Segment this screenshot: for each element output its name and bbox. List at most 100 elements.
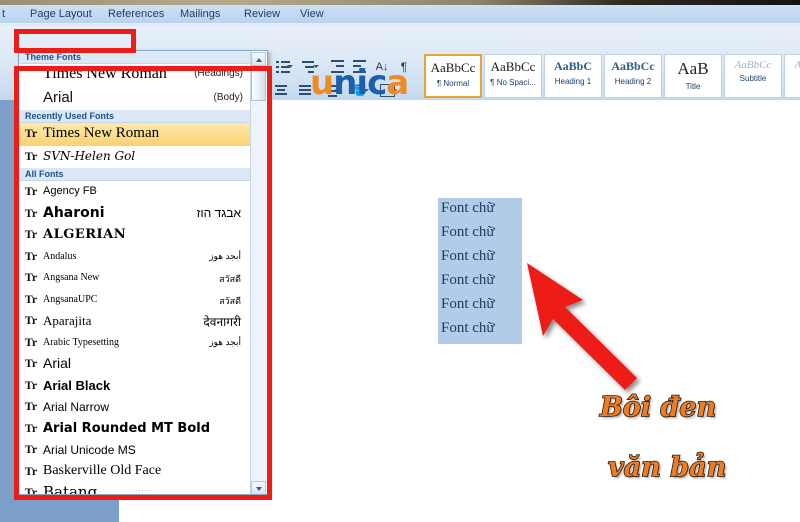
style-preview: AaBbCc xyxy=(734,59,772,71)
font-item-times-new-roman[interactable]: Tr Times New Roman xyxy=(19,123,251,146)
font-item-name: Aharoni xyxy=(43,204,105,221)
document-line: Font chữ xyxy=(441,272,495,288)
font-dropdown-list[interactable]: Theme Fonts Times New Roman (Headings) A… xyxy=(19,51,251,495)
font-item-arabic-typesetting[interactable]: Tr Arabic Typesetting أبجد هوز xyxy=(19,332,251,354)
style-name: Subtitle xyxy=(739,74,767,83)
section-header-recently-used: Recently Used Fonts xyxy=(19,110,251,123)
font-item-aharoni[interactable]: Tr Aharoni אבגד הוז xyxy=(19,203,251,225)
document-line: Font chữ xyxy=(441,248,495,264)
font-item-name: Times New Roman xyxy=(43,125,160,141)
style-preview: AaBbCc xyxy=(430,60,476,75)
font-item-angsanaupc[interactable]: Tr AngsanaUPC สวัสดี xyxy=(19,289,251,311)
font-item-arial-rounded-mt-bold[interactable]: Tr Arial Rounded MT Bold xyxy=(19,418,251,440)
tab-insert[interactable]: t xyxy=(2,7,5,21)
style-name: Title xyxy=(685,82,701,91)
pointer-arrow xyxy=(505,250,705,400)
style-card-heading-1[interactable]: AaBbC Heading 1 xyxy=(544,54,602,98)
font-item-sample: אבגד הוז xyxy=(196,205,241,220)
font-item-name: Arial Black xyxy=(43,377,111,393)
scroll-down-icon[interactable] xyxy=(251,481,266,494)
font-item-baskerville-old-face[interactable]: Tr Baskerville Old Face xyxy=(19,461,251,483)
truetype-icon: Tr xyxy=(24,291,38,306)
font-item-sample: أبجد هوز xyxy=(209,336,241,347)
style-card-normal[interactable]: AaBbCc ¶ Normal xyxy=(424,54,482,98)
tab-page-layout[interactable]: Page Layout xyxy=(30,7,92,21)
truetype-icon: Tr xyxy=(24,485,38,495)
font-item-angsana-new[interactable]: Tr Angsana New สวัสดี xyxy=(19,267,251,289)
truetype-icon: Tr xyxy=(24,463,38,478)
theme-font-name: Times New Roman xyxy=(43,65,167,82)
annotation-line-2: văn bản xyxy=(607,451,727,484)
truetype-icon: Tr xyxy=(24,399,38,413)
truetype-icon: Tr xyxy=(24,313,38,327)
style-card-no-spacing[interactable]: AaBbCc ¶ No Spaci... xyxy=(484,54,542,98)
app-window: t Page Layout References Mailings Review… xyxy=(0,0,800,522)
watermark-nic: nic xyxy=(333,63,387,103)
document-line: Font chữ xyxy=(441,320,495,336)
theme-font-item-body[interactable]: Arial (Body) xyxy=(19,88,251,110)
style-card-subtitle[interactable]: AaBbCc Subtitle xyxy=(724,54,782,98)
tab-view[interactable]: View xyxy=(300,7,324,21)
font-item-arial[interactable]: Tr Arial xyxy=(19,353,251,375)
numbering-dropdown-arrow-icon[interactable] xyxy=(287,65,293,68)
tab-review[interactable]: Review xyxy=(244,7,280,21)
font-item-name: Batang xyxy=(43,483,98,495)
arrow-shape xyxy=(527,263,637,390)
font-item-name: Andalus xyxy=(43,250,77,262)
font-item-andalus[interactable]: Tr Andalus أبجد هوز xyxy=(19,246,251,268)
resize-grip[interactable]: ..... xyxy=(135,484,151,493)
scroll-up-icon[interactable] xyxy=(251,52,266,66)
font-item-name: Baskerville Old Face xyxy=(43,462,162,478)
style-name: ¶ Normal xyxy=(436,79,470,88)
style-preview: AaBbC xyxy=(553,59,592,73)
font-item-sample: أبجد هوز xyxy=(209,250,241,261)
theme-font-item-headings[interactable]: Times New Roman (Headings) xyxy=(19,64,251,88)
font-item-name: ALGERIAN xyxy=(43,227,127,242)
section-header-all-fonts: All Fonts xyxy=(19,168,251,181)
document-line: Font chữ xyxy=(441,224,495,240)
font-item-svn-helen-gol[interactable]: Tr SVN-Helen Gol xyxy=(19,146,251,168)
truetype-icon: Tr xyxy=(24,334,38,349)
unica-watermark: unica xyxy=(310,63,409,103)
style-card-heading-2[interactable]: AaBbCc Heading 2 xyxy=(604,54,662,98)
style-card-title[interactable]: AaB Title xyxy=(664,54,722,98)
style-name: Heading 2 xyxy=(614,77,652,86)
document-line: Font chữ xyxy=(441,296,495,312)
font-item-name: Arial Narrow xyxy=(43,400,110,414)
font-item-name: Arial xyxy=(43,355,72,371)
font-item-name: Agency FB xyxy=(43,185,97,197)
font-item-name: Arabic Typesetting xyxy=(43,336,120,348)
truetype-icon: Tr xyxy=(24,227,38,241)
theme-font-name: Arial xyxy=(43,89,74,106)
theme-font-tag: (Headings) xyxy=(194,68,243,79)
ribbon-tab-bar[interactable]: t Page Layout References Mailings Review… xyxy=(0,5,800,24)
style-card-subtle-emphasis[interactable]: AaBbCc xyxy=(784,54,800,98)
font-item-sample: สวัสดี xyxy=(219,274,241,284)
truetype-icon: Tr xyxy=(24,184,38,198)
truetype-icon: Tr xyxy=(24,420,38,435)
font-item-name: AngsanaUPC xyxy=(43,293,98,305)
styles-gallery[interactable]: AaBbCc ¶ Normal AaBbCc ¶ No Spaci... AaB… xyxy=(424,54,800,100)
font-dropdown-panel[interactable]: Theme Fonts Times New Roman (Headings) A… xyxy=(18,50,268,495)
font-item-arial-narrow[interactable]: Tr Arial Narrow xyxy=(19,396,251,418)
font-item-agency-fb[interactable]: Tr Agency FB xyxy=(19,181,251,203)
truetype-icon: Tr xyxy=(24,356,38,370)
font-item-arial-black[interactable]: Tr Arial Black xyxy=(19,375,251,397)
font-item-sample: สวัสดี xyxy=(219,295,241,306)
font-item-arial-unicode-ms[interactable]: Tr Arial Unicode MS xyxy=(19,439,251,461)
theme-font-tag: (Body) xyxy=(213,92,243,103)
font-item-aparajita[interactable]: Tr Aparajita देवनागरी xyxy=(19,310,251,332)
tab-references[interactable]: References xyxy=(108,7,164,21)
align-center-button[interactable] xyxy=(272,81,292,100)
scrollbar-thumb[interactable] xyxy=(251,67,266,101)
truetype-icon: Tr xyxy=(24,248,38,263)
style-preview: AaBbCc xyxy=(490,59,536,74)
numbering-button[interactable] xyxy=(274,57,294,76)
font-item-algerian[interactable]: Tr ALGERIAN xyxy=(19,224,251,246)
tab-mailings[interactable]: Mailings xyxy=(180,7,220,21)
font-item-name: Arial Rounded MT Bold xyxy=(43,420,211,436)
font-dropdown-scrollbar[interactable] xyxy=(250,52,266,494)
font-item-name: SVN-Helen Gol xyxy=(43,149,136,163)
truetype-icon: Tr xyxy=(24,377,38,392)
style-preview: AaB xyxy=(677,59,709,78)
